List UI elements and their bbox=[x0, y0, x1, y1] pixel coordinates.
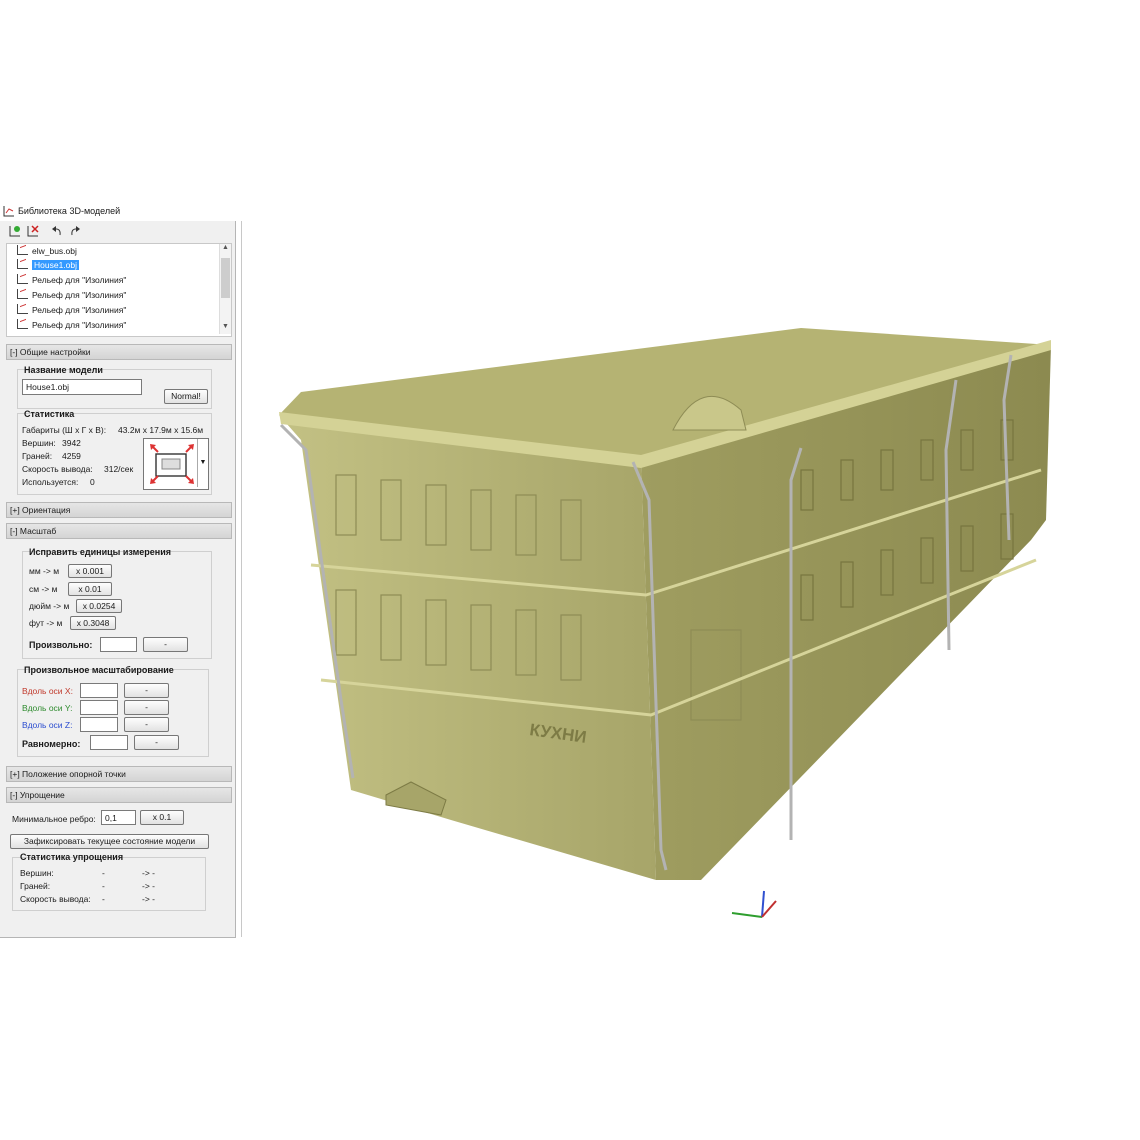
tree-item-selected[interactable]: House1.obj bbox=[17, 259, 80, 272]
vertices-value: 3942 bbox=[62, 438, 81, 448]
uniform-button[interactable]: - bbox=[134, 735, 179, 750]
unit-label-cm: см -> м bbox=[29, 584, 58, 594]
section-orientation-header[interactable]: [+] Ориентация bbox=[6, 502, 232, 518]
min-edge-input[interactable]: 0,1 bbox=[101, 810, 136, 825]
chevron-down-icon[interactable]: ▼ bbox=[197, 439, 208, 487]
tree-item[interactable]: elw_bus.obj bbox=[17, 245, 77, 258]
section-simplify-header[interactable]: [-] Упрощение bbox=[6, 787, 232, 803]
unit-label-inch: дюйм -> м bbox=[29, 601, 70, 611]
arbitrary-scale-button[interactable]: - bbox=[143, 637, 188, 652]
axis-x-label: Вдоль оси X: bbox=[22, 686, 73, 696]
scroll-down-icon[interactable]: ▼ bbox=[221, 323, 230, 330]
dims-label: Габариты (Ш х Г х В): bbox=[22, 425, 107, 435]
scroll-up-icon[interactable]: ▲ bbox=[221, 244, 230, 251]
unit-label-mm: мм -> м bbox=[29, 566, 60, 576]
simplify-faces-after: -> - bbox=[142, 881, 155, 891]
vertices-label: Вершин: bbox=[22, 438, 56, 448]
min-edge-button[interactable]: x 0.1 bbox=[140, 810, 184, 825]
axis-y-button[interactable]: - bbox=[124, 700, 169, 715]
section-scale-header[interactable]: [-] Масштаб bbox=[6, 523, 232, 539]
axis-y-label: Вдоль оси Y: bbox=[22, 703, 73, 713]
scale-mm-button[interactable]: x 0.001 bbox=[68, 564, 112, 578]
bounding-box-mode-selector[interactable]: ▼ bbox=[143, 438, 209, 490]
fix-state-button[interactable]: Зафиксировать текущее состояние модели bbox=[10, 834, 209, 849]
uniform-input[interactable] bbox=[90, 735, 128, 750]
remove-model-icon[interactable] bbox=[26, 224, 40, 238]
terrain-icon bbox=[17, 289, 28, 299]
scale-cm-button[interactable]: x 0.01 bbox=[68, 582, 112, 596]
axis-x-button[interactable]: - bbox=[124, 683, 169, 698]
arbitrary-label: Произвольно: bbox=[29, 640, 93, 650]
axis-z-button[interactable]: - bbox=[124, 717, 169, 732]
simplify-vertices-label: Вершин: bbox=[20, 868, 54, 878]
scroll-thumb[interactable] bbox=[221, 258, 230, 298]
simplify-speed-label: Скорость вывода: bbox=[20, 894, 91, 904]
tree-item[interactable]: Рельеф для "Изолиния" bbox=[17, 274, 126, 287]
simplify-faces-before: - bbox=[102, 881, 105, 891]
simplify-speed-after: -> - bbox=[142, 894, 155, 904]
simplify-stats-group-title: Статистика упрощения bbox=[20, 852, 124, 862]
building-model[interactable]: КУХНИ bbox=[242, 221, 1140, 937]
faces-label: Граней: bbox=[22, 451, 53, 461]
simplify-faces-label: Граней: bbox=[20, 881, 51, 891]
stats-group-title: Статистика bbox=[24, 409, 75, 419]
bounding-box-icon bbox=[150, 444, 194, 484]
tree-scrollbar[interactable]: ▲ ▼ bbox=[219, 244, 231, 334]
unit-label-foot: фут -> м bbox=[29, 618, 63, 628]
unit-fix-group-title: Исправить единицы измерения bbox=[29, 547, 172, 557]
min-edge-label: Минимальное ребро: bbox=[12, 814, 96, 824]
simplify-speed-before: - bbox=[102, 894, 105, 904]
model-tree[interactable]: elw_bus.obj House1.obj Рельеф для "Изоли… bbox=[6, 243, 232, 337]
section-general-header[interactable]: [-] Общие настройки bbox=[6, 344, 232, 360]
axis-y-input[interactable] bbox=[80, 700, 118, 715]
used-value: 0 bbox=[90, 477, 95, 487]
redo-icon[interactable] bbox=[68, 224, 82, 238]
tree-item[interactable]: Рельеф для "Изолиния" bbox=[17, 304, 126, 317]
model-name-group-title: Название модели bbox=[24, 365, 103, 375]
free-scale-group-title: Произвольное масштабирование bbox=[24, 665, 174, 675]
undo-icon[interactable] bbox=[50, 224, 64, 238]
simplify-vertices-after: -> - bbox=[142, 868, 155, 878]
tree-item[interactable]: Рельеф для "Изолиния" bbox=[17, 319, 126, 332]
window-titlebar: Библиотека 3D-моделей bbox=[0, 202, 240, 220]
axis-z-input[interactable] bbox=[80, 717, 118, 732]
simplify-vertices-before: - bbox=[102, 868, 105, 878]
normal-button[interactable]: Normal! bbox=[164, 389, 208, 404]
app-icon bbox=[3, 206, 14, 217]
used-label: Используется: bbox=[22, 477, 79, 487]
terrain-icon bbox=[17, 274, 28, 284]
terrain-icon bbox=[17, 319, 28, 329]
scale-inch-button[interactable]: x 0.0254 bbox=[76, 599, 122, 613]
speed-value: 312/сек bbox=[104, 464, 134, 474]
axis-z-label: Вдоль оси Z: bbox=[22, 720, 73, 730]
faces-value: 4259 bbox=[62, 451, 81, 461]
axis-x-input[interactable] bbox=[80, 683, 118, 698]
scale-foot-button[interactable]: x 0.3048 bbox=[70, 616, 116, 630]
dims-value: 43.2м x 17.9м x 15.6м bbox=[118, 425, 204, 435]
add-model-icon[interactable] bbox=[8, 224, 22, 238]
model-icon bbox=[17, 259, 28, 269]
model-name-input[interactable]: House1.obj bbox=[22, 379, 142, 395]
terrain-icon bbox=[17, 304, 28, 314]
window-title: Библиотека 3D-моделей bbox=[18, 206, 121, 216]
uniform-label: Равномерно: bbox=[22, 739, 81, 749]
arbitrary-scale-input[interactable] bbox=[100, 637, 137, 652]
model-icon bbox=[17, 245, 28, 255]
3d-viewport[interactable]: КУХНИ bbox=[241, 221, 1140, 937]
tree-item[interactable]: Рельеф для "Изолиния" bbox=[17, 289, 126, 302]
speed-label: Скорость вывода: bbox=[22, 464, 93, 474]
section-pivot-header[interactable]: [+] Положение опорной точки bbox=[6, 766, 232, 782]
axis-gizmo bbox=[731, 890, 777, 918]
